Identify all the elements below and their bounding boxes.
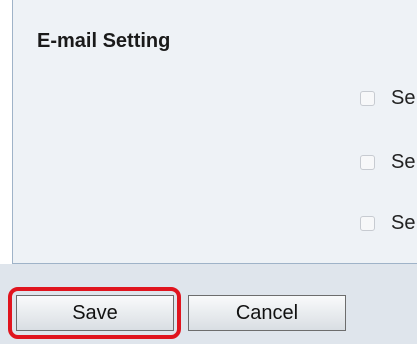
email-option-1-label: Se xyxy=(391,86,416,109)
email-option-3-checkbox[interactable] xyxy=(360,215,375,231)
email-option-1-checkbox[interactable] xyxy=(360,90,375,106)
page: E-mail Setting Se Se Se Save Cancel xyxy=(0,0,417,344)
save-button[interactable]: Save xyxy=(16,295,174,331)
email-option-2-label: Se xyxy=(391,150,416,173)
email-setting-title: E-mail Setting xyxy=(37,30,171,52)
email-option-3[interactable]: Se xyxy=(360,211,415,235)
email-option-2-checkbox[interactable] xyxy=(360,154,375,170)
email-option-2[interactable]: Se xyxy=(360,150,415,174)
email-option-1[interactable]: Se xyxy=(360,86,415,110)
cancel-button[interactable]: Cancel xyxy=(188,295,346,331)
email-option-3-label: Se xyxy=(391,211,416,234)
